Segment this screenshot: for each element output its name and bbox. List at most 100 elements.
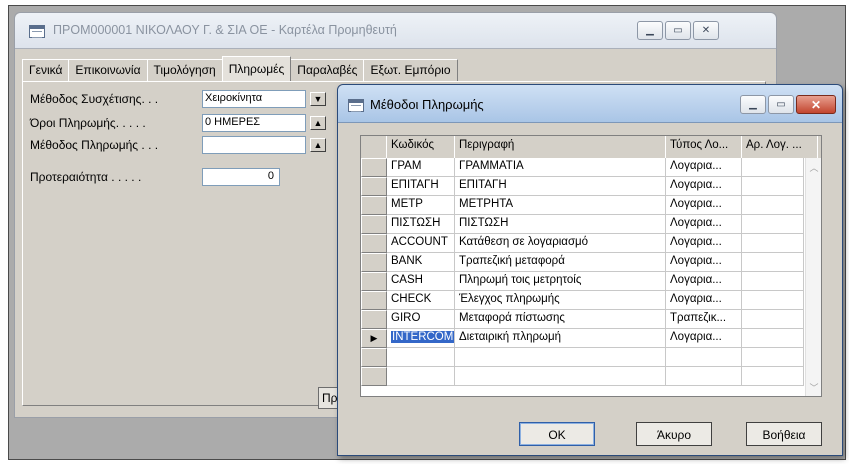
cell-account[interactable] — [742, 291, 804, 310]
cell-code[interactable]: CHECK — [387, 291, 455, 310]
cell-description[interactable]: Έλεγχος πληρωμής — [455, 291, 666, 310]
cell-account[interactable] — [742, 215, 804, 234]
table-row[interactable]: BANK Τραπεζική μεταφορά Λογαρια... — [361, 253, 805, 272]
cell-account[interactable] — [742, 272, 804, 291]
table-row[interactable]: CASH Πληρωμή τοις μετρητοίς Λογαρια... — [361, 272, 805, 291]
scroll-up-icon[interactable]: ︿ — [806, 160, 821, 174]
dropdown-arrow-icon[interactable]: ▼ — [310, 92, 326, 106]
cell-account[interactable] — [742, 329, 804, 348]
cell-code[interactable] — [387, 348, 455, 367]
minimize-button[interactable]: ▁ — [637, 21, 663, 40]
grid-vertical-scrollbar[interactable]: ︿ ﹀ — [805, 158, 821, 396]
row-selector[interactable] — [361, 253, 387, 272]
cell-account[interactable] — [742, 253, 804, 272]
table-row[interactable] — [361, 348, 805, 367]
cell-type[interactable]: Λογαρια... — [666, 291, 742, 310]
cell-description[interactable] — [455, 348, 666, 367]
cell-description[interactable]: ΓΡΑΜΜΑΤΙΑ — [455, 158, 666, 177]
row-selector[interactable] — [361, 215, 387, 234]
tab-foreign-trade[interactable]: Εξωτ. Εμπόριο — [363, 59, 458, 81]
cell-type[interactable] — [666, 348, 742, 367]
cell-account[interactable] — [742, 367, 804, 386]
payment-methods-grid[interactable]: Κωδικός Περιγραφή Τύπος Λο... Αρ. Λογ. .… — [360, 135, 822, 397]
cell-account[interactable] — [742, 177, 804, 196]
table-row[interactable]: ▶ INTERCOM Διεταιρική πληρωμή Λογαρια... — [361, 329, 805, 348]
dialog-close-button[interactable]: ✕ — [796, 95, 836, 114]
table-row[interactable]: ΠΙΣΤΩΣΗ ΠΙΣΤΩΣΗ Λογαρια... — [361, 215, 805, 234]
cell-code[interactable]: CASH — [387, 272, 455, 291]
payment-terms-field[interactable]: 0 ΗΜΕΡΕΣ — [202, 114, 306, 132]
vendor-card-titlebar[interactable]: ΠΡΟΜ000001 ΝΙΚΟΛΑΟΥ Γ. & ΣΙΑ ΟΕ - Καρτέλ… — [15, 13, 776, 49]
cell-code[interactable]: INTERCOM — [387, 329, 455, 348]
row-selector[interactable] — [361, 348, 387, 367]
cell-description[interactable]: ΠΙΣΤΩΣΗ — [455, 215, 666, 234]
priority-field[interactable]: 0 — [202, 168, 280, 186]
cell-account[interactable] — [742, 158, 804, 177]
dialog-minimize-button[interactable]: ▁ — [740, 95, 766, 114]
row-selector[interactable] — [361, 177, 387, 196]
cell-code[interactable] — [387, 367, 455, 386]
table-row[interactable] — [361, 367, 805, 386]
cell-type[interactable]: Λογαρια... — [666, 253, 742, 272]
row-selector[interactable] — [361, 234, 387, 253]
dialog-maximize-button[interactable]: ▭ — [768, 95, 794, 114]
close-button[interactable]: ✕ — [693, 21, 719, 40]
payment-method-field[interactable] — [202, 136, 306, 154]
help-button[interactable]: Βοήθεια — [746, 422, 822, 446]
cell-code[interactable]: ΜΕΤΡ — [387, 196, 455, 215]
ok-button[interactable]: OK — [519, 422, 595, 446]
row-selector[interactable] — [361, 196, 387, 215]
tab-communication[interactable]: Επικοινωνία — [68, 59, 148, 81]
cell-type[interactable]: Λογαρια... — [666, 234, 742, 253]
table-row[interactable]: ΓΡΑΜ ΓΡΑΜΜΑΤΙΑ Λογαρια... — [361, 158, 805, 177]
tab-invoicing[interactable]: Τιμολόγηση — [146, 59, 223, 81]
cell-type[interactable]: Τραπεζικ... — [666, 310, 742, 329]
cell-account[interactable] — [742, 234, 804, 253]
cell-account[interactable] — [742, 196, 804, 215]
cell-description[interactable]: ΜΕΤΡΗΤΑ — [455, 196, 666, 215]
table-row[interactable]: GIRO Μεταφορά πίστωσης Τραπεζικ... — [361, 310, 805, 329]
dialog-titlebar[interactable]: Μέθοδοι Πληρωμής ▁ ▭ ✕ — [338, 85, 842, 123]
cell-code[interactable]: ΓΡΑΜ — [387, 158, 455, 177]
row-selector[interactable] — [361, 291, 387, 310]
cell-type[interactable]: Λογαρια... — [666, 196, 742, 215]
table-row[interactable]: ΜΕΤΡ ΜΕΤΡΗΤΑ Λογαρια... — [361, 196, 805, 215]
cell-type[interactable] — [666, 367, 742, 386]
cell-description[interactable]: Πληρωμή τοις μετρητοίς — [455, 272, 666, 291]
column-header-description[interactable]: Περιγραφή — [455, 136, 666, 158]
cell-type[interactable]: Λογαρια... — [666, 329, 742, 348]
maximize-button[interactable]: ▭ — [665, 21, 691, 40]
table-row[interactable]: ΕΠΙΤΑΓΗ ΕΠΙΤΑΓΗ Λογαρια... — [361, 177, 805, 196]
scroll-down-icon[interactable]: ﹀ — [806, 380, 821, 394]
cell-code[interactable]: GIRO — [387, 310, 455, 329]
cell-code[interactable]: BANK — [387, 253, 455, 272]
matching-method-field[interactable]: Χειροκίνητα — [202, 90, 306, 108]
cell-description[interactable]: Τραπεζική μεταφορά — [455, 253, 666, 272]
lookup-up-arrow-icon[interactable]: ▲ — [310, 138, 326, 152]
column-header-account[interactable]: Αρ. Λογ. ... — [742, 136, 818, 158]
cell-description[interactable]: Διεταιρική πληρωμή — [455, 329, 666, 348]
table-row[interactable]: ACCOUNT Κατάθεση σε λογαριασμό Λογαρια... — [361, 234, 805, 253]
row-selector[interactable] — [361, 310, 387, 329]
row-selector[interactable] — [361, 158, 387, 177]
cell-description[interactable]: Κατάθεση σε λογαριασμό — [455, 234, 666, 253]
tab-general[interactable]: Γενικά — [22, 59, 70, 81]
tab-payments[interactable]: Πληρωμές — [221, 56, 292, 81]
cell-type[interactable]: Λογαρια... — [666, 215, 742, 234]
column-header-code[interactable]: Κωδικός — [387, 136, 455, 158]
cell-description[interactable] — [455, 367, 666, 386]
cell-code[interactable]: ACCOUNT — [387, 234, 455, 253]
cell-description[interactable]: Μεταφορά πίστωσης — [455, 310, 666, 329]
cell-type[interactable]: Λογαρια... — [666, 177, 742, 196]
table-row[interactable]: CHECK Έλεγχος πληρωμής Λογαρια... — [361, 291, 805, 310]
tab-receiving[interactable]: Παραλαβές — [290, 59, 365, 81]
column-header-type[interactable]: Τύπος Λο... — [666, 136, 742, 158]
cell-code[interactable]: ΕΠΙΤΑΓΗ — [387, 177, 455, 196]
cell-type[interactable]: Λογαρια... — [666, 158, 742, 177]
cell-account[interactable] — [742, 348, 804, 367]
cancel-button[interactable]: Άκυρο — [636, 422, 712, 446]
cell-account[interactable] — [742, 310, 804, 329]
cell-type[interactable]: Λογαρια... — [666, 272, 742, 291]
row-selector[interactable] — [361, 367, 387, 386]
lookup-up-arrow-icon[interactable]: ▲ — [310, 116, 326, 130]
